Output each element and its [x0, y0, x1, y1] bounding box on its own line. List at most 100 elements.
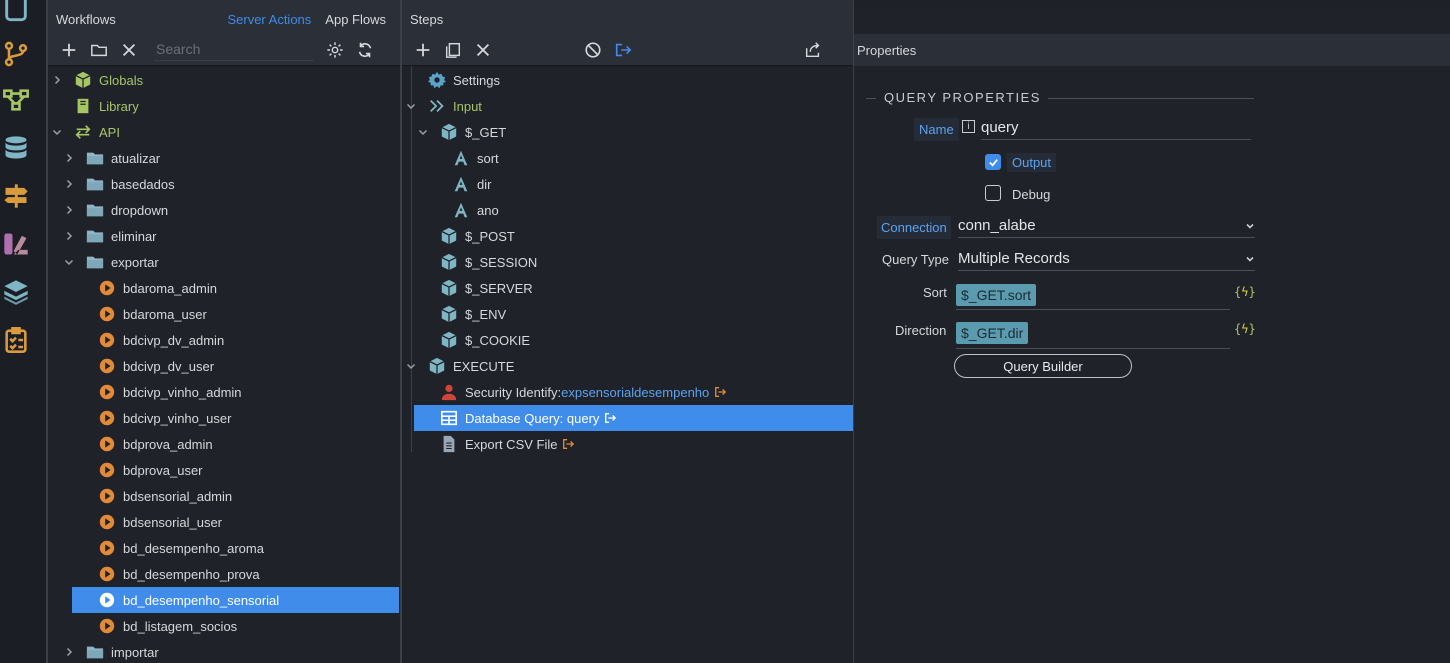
- pages-icon[interactable]: [0, 0, 32, 24]
- tree-item[interactable]: bd_desempenho_sensorial: [72, 587, 399, 613]
- tree-item[interactable]: atualizar: [62, 145, 160, 171]
- tree-item-label: $_SESSION: [465, 254, 538, 270]
- tree-item-label: bdcivp_vinho_user: [123, 410, 232, 426]
- layers-icon[interactable]: [0, 276, 32, 308]
- name-field[interactable]: query: [981, 116, 1251, 140]
- tree-item[interactable]: Export CSV File: [416, 431, 575, 457]
- tree-item[interactable]: $_SESSION: [416, 249, 537, 275]
- tree-toggle[interactable]: [50, 73, 64, 87]
- search-input[interactable]: [154, 38, 314, 61]
- tree-item[interactable]: Database Query: query: [414, 405, 853, 431]
- tree-toggle[interactable]: [62, 177, 76, 191]
- tree-item[interactable]: ano: [428, 197, 499, 223]
- tree-toggle[interactable]: [62, 203, 76, 217]
- tree-item[interactable]: $_GET: [416, 119, 506, 145]
- tree-toggle[interactable]: [62, 151, 76, 165]
- tree-toggle[interactable]: [404, 99, 418, 113]
- tree-item[interactable]: $_ENV: [416, 301, 506, 327]
- tree-item[interactable]: Input: [404, 93, 482, 119]
- database-icon[interactable]: [0, 132, 32, 164]
- tree-item[interactable]: dir: [428, 171, 491, 197]
- tree-toggle[interactable]: [50, 125, 64, 139]
- tree-item[interactable]: Settings: [404, 67, 500, 93]
- add-icon[interactable]: [54, 36, 84, 64]
- flow-icon[interactable]: [0, 84, 32, 116]
- tree-item[interactable]: bdprova_admin: [74, 431, 213, 457]
- tree-item[interactable]: bdcivp_vinho_user: [74, 405, 231, 431]
- query-type-select[interactable]: Multiple Records: [958, 247, 1255, 271]
- folder-icon[interactable]: [84, 36, 114, 64]
- query-builder-button[interactable]: Query Builder: [954, 354, 1132, 378]
- tree-item[interactable]: $_COOKIE: [416, 327, 530, 353]
- tree-toggle[interactable]: [62, 229, 76, 243]
- export-icon[interactable]: [798, 36, 828, 64]
- tree-item[interactable]: dropdown: [62, 197, 168, 223]
- output-label[interactable]: Output: [1007, 153, 1057, 172]
- tree-item[interactable]: eliminar: [62, 223, 157, 249]
- tree-item[interactable]: bdcivp_vinho_admin: [74, 379, 242, 405]
- chevron-right-icon: [66, 647, 73, 657]
- gear-icon[interactable]: [320, 36, 350, 64]
- tree-item-label: bdprova_user: [123, 462, 203, 478]
- tree-item[interactable]: Globals: [50, 67, 143, 93]
- output-icon[interactable]: [608, 36, 638, 64]
- tree-item[interactable]: bdsensorial_user: [74, 509, 222, 535]
- user-icon: [440, 383, 458, 401]
- tab-app-flows[interactable]: App Flows: [325, 12, 386, 27]
- tree-item[interactable]: sort: [428, 145, 499, 171]
- tree-item[interactable]: bd_listagem_socios: [74, 613, 237, 639]
- tree-item-label: bdcivp_dv_admin: [123, 332, 225, 348]
- tree-toggle[interactable]: [62, 255, 76, 269]
- tree-toggle[interactable]: [62, 645, 76, 659]
- tree-toggle: [416, 411, 430, 425]
- output-checkbox[interactable]: [985, 154, 1001, 170]
- sort-field[interactable]: $_GET.sort: [956, 280, 1230, 310]
- tree-item[interactable]: bd_desempenho_prova: [74, 561, 260, 587]
- close-icon[interactable]: [468, 36, 498, 64]
- tree-item[interactable]: $_POST: [416, 223, 515, 249]
- tree-item[interactable]: EXECUTE: [404, 353, 514, 379]
- tree-item-label: bdsensorial_user: [123, 514, 223, 530]
- tree-item-label: sort: [477, 150, 499, 166]
- close-icon[interactable]: [114, 36, 144, 64]
- debug-checkbox[interactable]: [985, 185, 1001, 201]
- tree-item[interactable]: exportar: [62, 249, 159, 275]
- info-icon[interactable]: i: [962, 120, 975, 133]
- tree-item[interactable]: bdsensorial_admin: [74, 483, 232, 509]
- tree-item[interactable]: bd_desempenho_aroma: [74, 535, 264, 561]
- copy-icon[interactable]: [438, 36, 468, 64]
- git-branch-icon[interactable]: [0, 38, 32, 70]
- tree-item[interactable]: Library: [50, 93, 139, 119]
- add-icon[interactable]: [408, 36, 438, 64]
- tree-item[interactable]: bdcivp_dv_user: [74, 353, 214, 379]
- tree-toggle[interactable]: [416, 125, 430, 139]
- tree-toggle: [74, 437, 88, 451]
- play-icon: [98, 331, 116, 349]
- tab-server-actions[interactable]: Server Actions: [227, 12, 311, 27]
- disable-icon[interactable]: [578, 36, 608, 64]
- direction-field[interactable]: $_GET.dir: [956, 317, 1230, 349]
- app-sidebar: [0, 0, 46, 663]
- tree-item[interactable]: bdaroma_user: [74, 301, 207, 327]
- palette-icon[interactable]: [0, 228, 32, 260]
- tree-toggle: [74, 541, 88, 555]
- tree-item[interactable]: bdprova_user: [74, 457, 203, 483]
- tree-toggle[interactable]: [404, 359, 418, 373]
- debug-label[interactable]: Debug: [1012, 187, 1050, 202]
- tree-item[interactable]: bdaroma_admin: [74, 275, 217, 301]
- dynamic-data-icon[interactable]: {ϟ}: [1234, 322, 1256, 336]
- tree-item[interactable]: importar: [62, 639, 159, 663]
- tree-item[interactable]: basedados: [62, 171, 175, 197]
- tree-item-label: Globals: [99, 72, 144, 88]
- tree-toggle: [416, 437, 430, 451]
- clipboard-icon[interactable]: [0, 324, 32, 356]
- refresh-icon[interactable]: [350, 36, 380, 64]
- tree-item[interactable]: API: [50, 119, 120, 145]
- dynamic-data-icon[interactable]: {ϟ}: [1234, 285, 1256, 299]
- tree-item[interactable]: $_SERVER: [416, 275, 533, 301]
- tree-item[interactable]: bdcivp_dv_admin: [74, 327, 224, 353]
- signpost-icon[interactable]: [0, 180, 32, 212]
- steps-toolbar: [402, 34, 853, 66]
- connection-select[interactable]: conn_alabe: [958, 214, 1255, 238]
- tree-item[interactable]: Security Identify: expsensorialdesempenh…: [416, 379, 727, 405]
